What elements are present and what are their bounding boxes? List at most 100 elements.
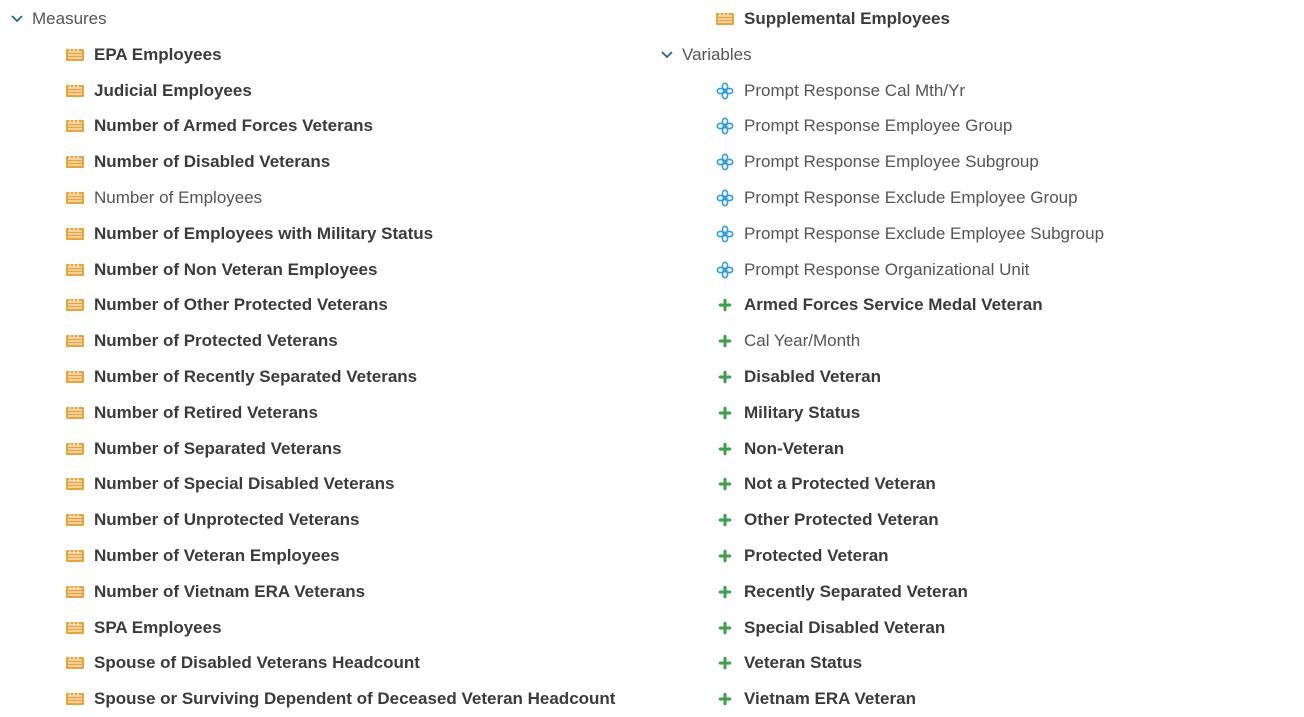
tree-item-label: Prompt Response Employee Group [744, 116, 1013, 136]
variable-icon [714, 440, 736, 458]
measure-icon [64, 547, 86, 565]
measure-icon [64, 153, 86, 171]
tree-item-label: Other Protected Veteran [744, 510, 939, 530]
tree-item-non-veteran[interactable]: Non-Veteran [658, 431, 1104, 467]
tree-item-prompt-response-employee-subgroup[interactable]: Prompt Response Employee Subgroup [658, 144, 1104, 180]
measure-icon [64, 583, 86, 601]
tree-item-label: Prompt Response Employee Subgroup [744, 152, 1039, 172]
tree-item-number-of-non-veteran-employees[interactable]: Number of Non Veteran Employees [8, 252, 615, 288]
measure-icon [64, 225, 86, 243]
tree-item-spa-employees[interactable]: SPA Employees [8, 610, 615, 646]
measure-icon [64, 654, 86, 672]
tree-item-armed-forces-service-medal-veteran[interactable]: Armed Forces Service Medal Veteran [658, 288, 1104, 324]
tree-item-label: Prompt Response Exclude Employee Subgrou… [744, 223, 1105, 243]
measure-icon [64, 296, 86, 314]
tree-item-label: Number of Employees with Military Status [94, 223, 434, 243]
tree-item-label: Number of Employees [94, 188, 263, 208]
tree-item-label: Protected Veteran [744, 546, 889, 566]
prompt-variable-icon [714, 225, 736, 243]
tree-item-number-of-armed-forces-veterans[interactable]: Number of Armed Forces Veterans [8, 109, 615, 145]
tree-item-number-of-unprotected-veterans[interactable]: Number of Unprotected Veterans [8, 502, 615, 538]
tree-item-prompt-response-exclude-employee-subgroup[interactable]: Prompt Response Exclude Employee Subgrou… [658, 216, 1104, 252]
tree-item-label: Prompt Response Exclude Employee Group [744, 188, 1078, 208]
prompt-variable-icon [714, 153, 736, 171]
tree-item-label: Number of Recently Separated Veterans [94, 367, 418, 387]
measure-icon [64, 475, 86, 493]
tree-item-number-of-recently-separated-veterans[interactable]: Number of Recently Separated Veterans [8, 359, 615, 395]
tree-item-prompt-response-employee-group[interactable]: Prompt Response Employee Group [658, 109, 1104, 145]
chevron-down-icon[interactable] [8, 10, 26, 28]
tree-item-protected-veteran[interactable]: Protected Veteran [658, 538, 1104, 574]
measure-icon [64, 46, 86, 64]
tree-item-label: Supplemental Employees [744, 8, 950, 28]
tree-item-label: Number of Disabled Veterans [94, 152, 331, 172]
measure-icon [64, 404, 86, 422]
tree-item-judicial-employees[interactable]: Judicial Employees [8, 73, 615, 109]
measure-icon [64, 619, 86, 637]
tree-item-number-of-other-protected-veterans[interactable]: Number of Other Protected Veterans [8, 288, 615, 324]
tree-item-not-a-protected-veteran[interactable]: Not a Protected Veteran [658, 467, 1104, 503]
measure-icon [64, 690, 86, 708]
prompt-variable-icon [714, 189, 736, 207]
tree-item-label: EPA Employees [94, 44, 222, 64]
tree-item-label: Spouse of Disabled Veterans Headcount [94, 653, 420, 673]
variables-folder[interactable]: Variables [658, 37, 1104, 73]
tree-item-label: Number of Protected Veterans [94, 331, 338, 351]
tree-item-number-of-special-disabled-veterans[interactable]: Number of Special Disabled Veterans [8, 467, 615, 503]
tree-item-number-of-separated-veterans[interactable]: Number of Separated Veterans [8, 431, 615, 467]
tree-item-number-of-protected-veterans[interactable]: Number of Protected Veterans [8, 323, 615, 359]
tree-item-label: Non-Veteran [744, 438, 845, 458]
chevron-down-icon[interactable] [658, 46, 676, 64]
tree-item-label: Number of Retired Veterans [94, 402, 318, 422]
tree-item-special-disabled-veteran[interactable]: Special Disabled Veteran [658, 610, 1104, 646]
tree-item-number-of-retired-veterans[interactable]: Number of Retired Veterans [8, 395, 615, 431]
tree-item-number-of-veteran-employees[interactable]: Number of Veteran Employees [8, 538, 615, 574]
variable-icon [714, 511, 736, 529]
tree-item-recently-separated-veteran[interactable]: Recently Separated Veteran [658, 574, 1104, 610]
tree-item-prompt-response-cal-mth-yr[interactable]: Prompt Response Cal Mth/Yr [658, 73, 1104, 109]
measure-icon [64, 82, 86, 100]
prompt-variable-icon [714, 261, 736, 279]
tree-item-label: Number of Non Veteran Employees [94, 259, 378, 279]
measures-list: EPA Employees Judicial Employees Number of… [8, 37, 615, 717]
tree-item-label: Vietnam ERA Veteran [744, 689, 916, 709]
tree-item-label: Number of Veteran Employees [94, 546, 340, 566]
tree-item-label: Number of Separated Veterans [94, 438, 342, 458]
tree-item-label: Judicial Employees [94, 80, 252, 100]
tree-item-label: Number of Unprotected Veterans [94, 510, 360, 530]
tree-item-label: Number of Special Disabled Veterans [94, 474, 395, 494]
tree-item-number-of-vietnam-era-veterans[interactable]: Number of Vietnam ERA Veterans [8, 574, 615, 610]
tree-item-label: Prompt Response Cal Mth/Yr [744, 80, 966, 100]
variable-icon [714, 368, 736, 386]
tree-item-label: Special Disabled Veteran [744, 617, 946, 637]
tree-item-number-of-disabled-veterans[interactable]: Number of Disabled Veterans [8, 144, 615, 180]
tree-item-label: Military Status [744, 402, 861, 422]
measures-folder[interactable]: Measures [8, 0, 615, 37]
tree-item-military-status[interactable]: Military Status [658, 395, 1104, 431]
variables-column: Supplemental Employees Variables Prompt … [658, 0, 1104, 717]
measure-icon [64, 368, 86, 386]
variable-icon [714, 619, 736, 637]
tree-item-label: Not a Protected Veteran [744, 474, 936, 494]
tree-item-number-of-employees-with-military-status[interactable]: Number of Employees with Military Status [8, 216, 615, 252]
tree-item-other-protected-veteran[interactable]: Other Protected Veteran [658, 502, 1104, 538]
tree-item-vietnam-era-veteran[interactable]: Vietnam ERA Veteran [658, 681, 1104, 717]
variable-icon [714, 296, 736, 314]
measure-icon [714, 10, 736, 28]
tree-item-epa-employees[interactable]: EPA Employees [8, 37, 615, 73]
tree-item-prompt-response-exclude-employee-group[interactable]: Prompt Response Exclude Employee Group [658, 180, 1104, 216]
tree-item-veteran-status[interactable]: Veteran Status [658, 646, 1104, 682]
tree-item-disabled-veteran[interactable]: Disabled Veteran [658, 359, 1104, 395]
tree-item-cal-year-month[interactable]: Cal Year/Month [658, 323, 1104, 359]
measure-icon [64, 189, 86, 207]
variable-icon [714, 332, 736, 350]
tree-item-spouse-of-disabled-veterans-headcount[interactable]: Spouse of Disabled Veterans Headcount [8, 646, 615, 682]
variable-icon [714, 654, 736, 672]
variables-list: Prompt Response Cal Mth/Yr Prompt Respons… [658, 73, 1104, 717]
tree-item-supplemental-employees[interactable]: Supplemental Employees [658, 0, 1104, 37]
tree-item-number-of-employees[interactable]: Number of Employees [8, 180, 615, 216]
variables-header: Variables [682, 44, 752, 64]
measure-icon [64, 511, 86, 529]
tree-item-spouse-or-surviving-dependent-of-deceased-veteran-headcount[interactable]: Spouse or Surviving Dependent of Decease… [8, 681, 615, 717]
tree-item-prompt-response-organizational-unit[interactable]: Prompt Response Organizational Unit [658, 252, 1104, 288]
